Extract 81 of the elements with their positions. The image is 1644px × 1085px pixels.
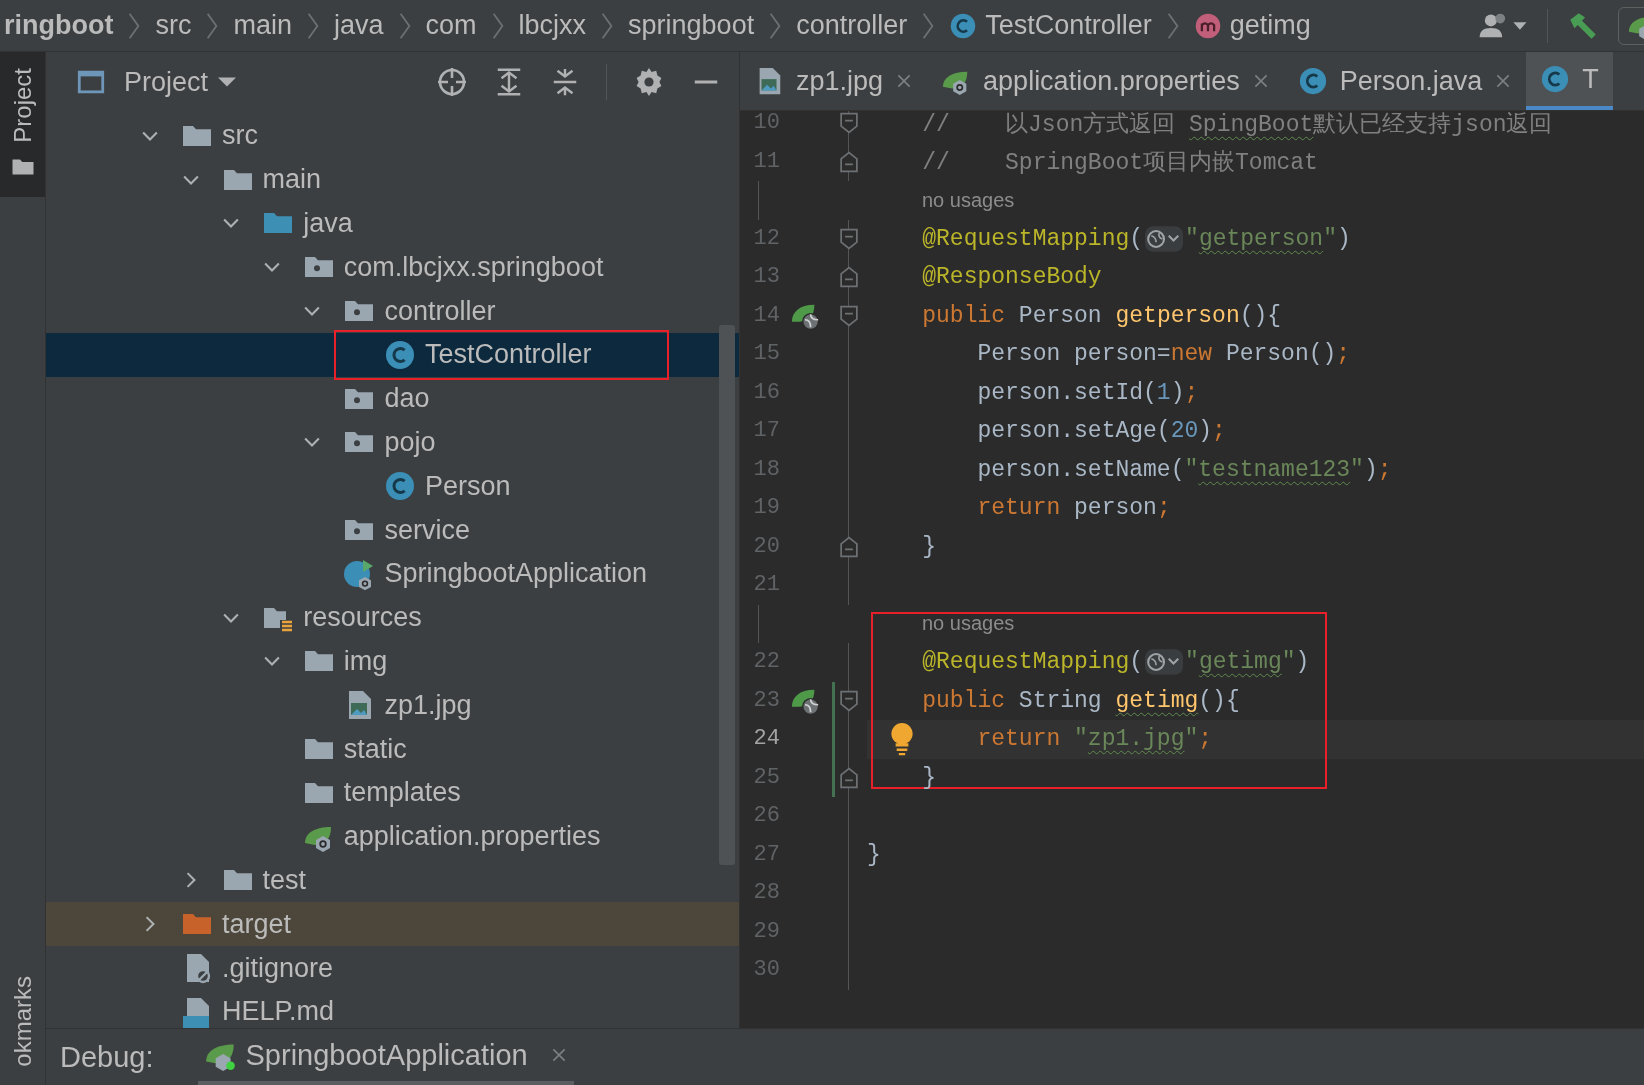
code-text: } (922, 533, 937, 560)
tree-item[interactable]: SpringbootApplication (46, 551, 739, 596)
tool-window-tab[interactable]: Project (0, 52, 45, 197)
code-text: "getimg") (1185, 649, 1310, 676)
breadcrumb-item[interactable]: src (151, 10, 196, 41)
line-number: 19 (752, 494, 780, 522)
code-text: person.setName("testname123"); (977, 456, 1392, 483)
line-number: 30 (752, 956, 780, 984)
tree-item[interactable]: img (46, 639, 739, 684)
code-text: public String getimg(){ (922, 687, 1240, 714)
tree-item[interactable]: static (46, 727, 739, 771)
line-number: 11 (752, 147, 780, 176)
code-text: return "zp1.jpg"; (977, 726, 1213, 753)
tree-item[interactable]: .gitignore (46, 946, 739, 990)
line-number: 20 (752, 532, 780, 561)
tree-item[interactable]: dao (46, 376, 739, 421)
tree-item[interactable]: pojo (46, 420, 739, 465)
editor-tab[interactable]: T (1526, 52, 1613, 110)
breadcrumb-item[interactable]: springboot (624, 10, 759, 41)
line-number: 28 (752, 879, 780, 907)
line-number: 15 (752, 340, 780, 368)
code-text: // 以Json方式返回 SpingBoot默认已经支持json返回 (922, 111, 1553, 139)
tree-item[interactable]: resources (46, 595, 739, 640)
code-text: } (867, 841, 881, 868)
breadcrumb-item[interactable]: controller (792, 10, 912, 41)
tree-item[interactable]: HELP.md (46, 989, 739, 1028)
code-text: "getperson") (1185, 225, 1351, 252)
code-text: @ResponseBody (922, 264, 1102, 291)
line-number: 13 (752, 263, 780, 291)
line-number: 25 (752, 763, 780, 792)
usage-hint[interactable]: no usages (867, 612, 1015, 636)
breadcrumb-item[interactable]: com (421, 10, 481, 41)
line-number: 26 (752, 802, 780, 830)
line-number: 21 (752, 571, 780, 599)
editor-tab[interactable]: Person.java (1283, 52, 1527, 110)
code-text: @RequestMapping( (922, 649, 1144, 676)
line-number: 12 (752, 224, 780, 253)
tree-item[interactable]: TestController (46, 333, 739, 377)
code-text: } (922, 764, 937, 791)
code-text: public Person getperson(){ (922, 302, 1282, 329)
project-view-dropdown[interactable]: Project (76, 66, 237, 98)
usage-hint[interactable]: no usages (867, 188, 1015, 212)
line-number: 29 (752, 917, 780, 946)
tree-item[interactable]: application.properties (46, 814, 739, 859)
tree-item[interactable]: zp1.jpg (46, 683, 739, 728)
code-text: return person; (977, 495, 1171, 522)
code-text: Person person=new Person(); (977, 341, 1351, 368)
line-number: 22 (752, 648, 780, 676)
tree-item[interactable]: test (46, 858, 739, 903)
breadcrumb-item[interactable]: TestController (945, 10, 1156, 41)
breadcrumb-item[interactable]: getimg (1189, 10, 1315, 41)
line-number: 27 (752, 840, 780, 869)
tree-item[interactable]: java (46, 201, 739, 246)
tree-item[interactable]: Person (46, 464, 739, 509)
tool-window-tab[interactable]: okmarks (0, 960, 45, 1085)
debug-label: Debug: (60, 1040, 154, 1074)
line-number: 17 (752, 417, 780, 445)
editor-tab[interactable]: zp1.jpg (740, 52, 928, 110)
editor-tab[interactable]: application.properties (927, 52, 1284, 110)
breadcrumb-item[interactable]: ringboot (0, 10, 118, 41)
code-text: // SpringBoot项目内嵌Tomcat (922, 149, 1318, 178)
tree-item[interactable]: src (46, 114, 739, 158)
code-text: person.setId(1); (977, 379, 1199, 406)
tree-item[interactable]: service (46, 508, 739, 552)
line-number: 24 (752, 725, 780, 753)
line-number: 23 (752, 686, 780, 715)
tree-item[interactable]: templates (46, 770, 739, 815)
line-number: 18 (752, 455, 780, 484)
line-number: 16 (752, 378, 780, 407)
tree-item[interactable]: com.lbcjxx.springboot (46, 245, 739, 290)
breadcrumb-item[interactable]: java (330, 10, 388, 41)
code-text: @RequestMapping( (922, 225, 1144, 252)
tree-item[interactable]: target (46, 902, 739, 947)
line-number: 14 (752, 301, 780, 330)
line-number: 10 (752, 111, 780, 137)
tree-item[interactable]: main (46, 157, 739, 202)
breadcrumb-item[interactable]: main (229, 10, 296, 41)
breadcrumb-item[interactable]: lbcjxx (514, 10, 591, 41)
tree-item[interactable]: controller (46, 289, 739, 333)
debug-tab[interactable]: SpringbootApplication (197, 1029, 574, 1085)
code-text: person.setAge(20); (977, 418, 1226, 445)
